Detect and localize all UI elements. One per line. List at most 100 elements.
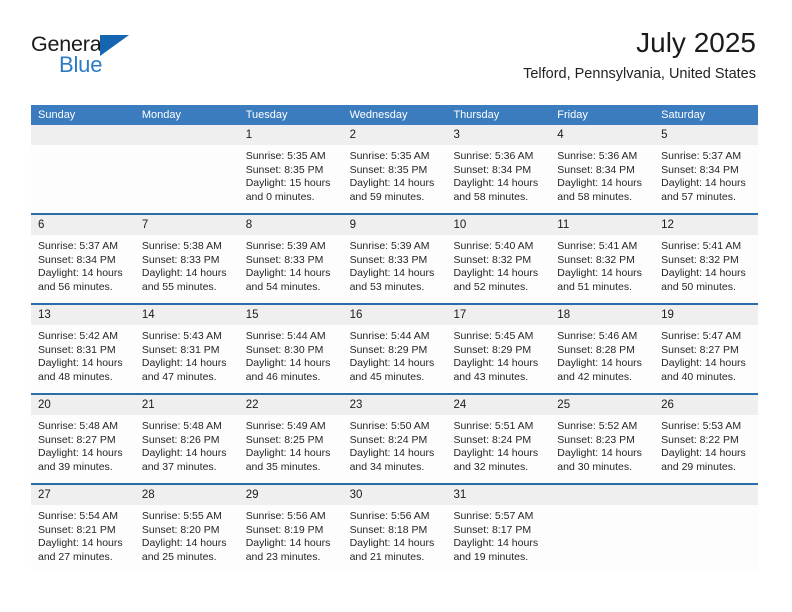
day-cell[interactable]: 1 Sunrise: 5:35 AM Sunset: 8:35 PM Daylight… <box>238 125 343 213</box>
day-number-band: 11 <box>550 215 655 235</box>
daylight-text-line1: Daylight: 14 hours <box>141 537 227 550</box>
day-number-band: 5 <box>654 125 759 145</box>
weekday-header-friday: Friday <box>557 109 588 121</box>
day-number: 31 <box>453 489 467 501</box>
sunrise-text: Sunrise: 5:55 AM <box>141 510 222 522</box>
day-cell-empty <box>134 125 239 213</box>
sunrise-text: Sunrise: 5:51 AM <box>453 420 534 432</box>
sunset-text: Sunset: 8:19 PM <box>245 523 324 536</box>
day-number: 1 <box>245 129 253 141</box>
day-cell[interactable]: 24 Sunrise: 5:51 AM Sunset: 8:24 PM Dayligh… <box>446 395 551 483</box>
day-cell[interactable]: 31 Sunrise: 5:57 AM Sunset: 8:17 PM Dayligh… <box>446 485 551 573</box>
day-number: 9 <box>349 219 356 231</box>
day-details: Sunrise: 5:55 AM Sunset: 8:20 PM Daylight:… <box>135 505 239 564</box>
day-number-band <box>134 125 239 145</box>
day-cell[interactable]: 13 Sunrise: 5:42 AM Sunset: 8:31 PM Dayligh… <box>31 305 135 393</box>
day-cell[interactable]: 16 Sunrise: 5:44 AM Sunset: 8:29 PM Dayligh… <box>342 305 447 393</box>
weekday-header-sunday: Sunday <box>38 109 76 121</box>
day-cell[interactable]: 17 Sunrise: 5:45 AM Sunset: 8:29 PM Dayligh… <box>446 305 551 393</box>
sunset-text: Sunset: 8:34 PM <box>453 163 532 176</box>
page-title: July 2025 <box>636 27 756 58</box>
day-number: 18 <box>557 309 571 321</box>
day-details: Sunrise: 5:40 AM Sunset: 8:32 PM Daylight:… <box>446 235 550 294</box>
day-cell[interactable]: 19 Sunrise: 5:47 AM Sunset: 8:27 PM Dayligh… <box>654 305 759 393</box>
day-number-band: 16 <box>342 305 447 325</box>
daylight-text-line2: and 51 minutes. <box>557 280 633 293</box>
daylight-text-line1: Daylight: 14 hours <box>453 537 539 550</box>
day-details: Sunrise: 5:53 AM Sunset: 8:22 PM Daylight:… <box>654 415 758 474</box>
day-details: Sunrise: 5:48 AM Sunset: 8:27 PM Daylight:… <box>31 415 135 474</box>
day-cell[interactable]: 21 Sunrise: 5:48 AM Sunset: 8:26 PM Dayligh… <box>134 395 239 483</box>
day-cell[interactable]: 18 Sunrise: 5:46 AM Sunset: 8:28 PM Dayligh… <box>550 305 655 393</box>
daylight-text-line2: and 42 minutes. <box>557 370 633 383</box>
daylight-text-line2: and 45 minutes. <box>349 370 425 383</box>
day-cell[interactable]: 10 Sunrise: 5:40 AM Sunset: 8:32 PM Dayligh… <box>446 215 551 303</box>
day-cell[interactable]: 14 Sunrise: 5:43 AM Sunset: 8:31 PM Dayligh… <box>134 305 239 393</box>
day-number-band: 14 <box>134 305 239 325</box>
day-details: Sunrise: 5:50 AM Sunset: 8:24 PM Daylight:… <box>343 415 447 474</box>
daylight-text-line2: and 43 minutes. <box>453 370 529 383</box>
day-number: 25 <box>557 399 571 411</box>
general-blue-logo[interactable]: General Blue <box>31 33 181 86</box>
day-cell[interactable]: 2 Sunrise: 5:35 AM Sunset: 8:35 PM Daylight… <box>342 125 447 213</box>
daylight-text-line2: and 23 minutes. <box>245 550 321 563</box>
day-cell[interactable]: 22 Sunrise: 5:49 AM Sunset: 8:25 PM Dayligh… <box>238 395 343 483</box>
daylight-text-line1: Daylight: 14 hours <box>38 357 123 370</box>
sunset-text: Sunset: 8:31 PM <box>141 343 220 356</box>
sunset-text: Sunset: 8:34 PM <box>38 253 116 266</box>
daylight-text-line2: and 54 minutes. <box>245 280 321 293</box>
day-number: 22 <box>245 399 259 411</box>
day-number: 17 <box>453 309 467 321</box>
day-cell[interactable]: 5 Sunrise: 5:37 AM Sunset: 8:34 PM Daylight… <box>654 125 759 213</box>
weekday-header-thursday: Thursday <box>453 109 500 121</box>
day-number: 13 <box>38 309 51 321</box>
day-cell[interactable]: 27 Sunrise: 5:54 AM Sunset: 8:21 PM Dayligh… <box>31 485 135 573</box>
day-details: Sunrise: 5:47 AM Sunset: 8:27 PM Daylight:… <box>654 325 758 384</box>
day-details: Sunrise: 5:36 AM Sunset: 8:34 PM Daylight:… <box>550 145 654 204</box>
day-cell[interactable]: 26 Sunrise: 5:53 AM Sunset: 8:22 PM Dayligh… <box>654 395 759 483</box>
daylight-text-line1: Daylight: 14 hours <box>38 537 123 550</box>
day-details: Sunrise: 5:51 AM Sunset: 8:24 PM Daylight:… <box>446 415 550 474</box>
daylight-text-line1: Daylight: 14 hours <box>245 267 331 280</box>
day-cell[interactable]: 28 Sunrise: 5:55 AM Sunset: 8:20 PM Dayligh… <box>134 485 239 573</box>
day-number-band: 20 <box>31 395 135 415</box>
daylight-text-line1: Daylight: 14 hours <box>453 267 539 280</box>
day-cell[interactable]: 20 Sunrise: 5:48 AM Sunset: 8:27 PM Dayligh… <box>31 395 135 483</box>
sunrise-text: Sunrise: 5:39 AM <box>349 240 430 252</box>
daylight-text-line2: and 40 minutes. <box>661 370 736 383</box>
day-cell[interactable]: 23 Sunrise: 5:50 AM Sunset: 8:24 PM Dayligh… <box>342 395 447 483</box>
sunrise-text: Sunrise: 5:50 AM <box>349 420 430 432</box>
day-cell[interactable]: 3 Sunrise: 5:36 AM Sunset: 8:34 PM Daylight… <box>446 125 551 213</box>
daylight-text-line1: Daylight: 14 hours <box>661 177 746 190</box>
sunset-text: Sunset: 8:32 PM <box>453 253 532 266</box>
day-number-band: 9 <box>342 215 447 235</box>
day-number-band: 7 <box>134 215 239 235</box>
sunrise-text: Sunrise: 5:52 AM <box>557 420 638 432</box>
day-details: Sunrise: 5:44 AM Sunset: 8:30 PM Daylight:… <box>239 325 343 384</box>
day-details: Sunrise: 5:46 AM Sunset: 8:28 PM Daylight:… <box>550 325 654 384</box>
day-cell[interactable]: 29 Sunrise: 5:56 AM Sunset: 8:19 PM Dayligh… <box>238 485 343 573</box>
day-number-band: 13 <box>31 305 135 325</box>
sunrise-text: Sunrise: 5:35 AM <box>349 150 430 162</box>
sunrise-text: Sunrise: 5:36 AM <box>557 150 638 162</box>
day-cell[interactable]: 25 Sunrise: 5:52 AM Sunset: 8:23 PM Dayligh… <box>550 395 655 483</box>
day-cell[interactable]: 4 Sunrise: 5:36 AM Sunset: 8:34 PM Daylight… <box>550 125 655 213</box>
day-cell-empty <box>550 485 655 573</box>
sunset-text: Sunset: 8:33 PM <box>245 253 324 266</box>
day-number-band: 26 <box>654 395 759 415</box>
day-cell[interactable]: 15 Sunrise: 5:44 AM Sunset: 8:30 PM Dayligh… <box>238 305 343 393</box>
day-cell[interactable]: 7 Sunrise: 5:38 AM Sunset: 8:33 PM Daylight… <box>134 215 239 303</box>
day-cell[interactable]: 6 Sunrise: 5:37 AM Sunset: 8:34 PM Daylight… <box>31 215 135 303</box>
daylight-text-line2: and 32 minutes. <box>453 460 529 473</box>
day-cell[interactable]: 12 Sunrise: 5:41 AM Sunset: 8:32 PM Dayligh… <box>654 215 759 303</box>
sunrise-text: Sunrise: 5:46 AM <box>557 330 638 342</box>
sunset-text: Sunset: 8:33 PM <box>349 253 428 266</box>
calendar-weeks: 1 Sunrise: 5:35 AM Sunset: 8:35 PM Daylight… <box>31 125 759 573</box>
daylight-text-line2: and 47 minutes. <box>141 370 217 383</box>
day-cell[interactable]: 9 Sunrise: 5:39 AM Sunset: 8:33 PM Daylight… <box>342 215 447 303</box>
day-cell[interactable]: 11 Sunrise: 5:41 AM Sunset: 8:32 PM Dayligh… <box>550 215 655 303</box>
sunrise-text: Sunrise: 5:45 AM <box>453 330 534 342</box>
day-cell[interactable]: 8 Sunrise: 5:39 AM Sunset: 8:33 PM Daylight… <box>238 215 343 303</box>
day-cell[interactable]: 30 Sunrise: 5:56 AM Sunset: 8:18 PM Dayligh… <box>342 485 447 573</box>
daylight-text-line2: and 27 minutes. <box>38 550 113 563</box>
